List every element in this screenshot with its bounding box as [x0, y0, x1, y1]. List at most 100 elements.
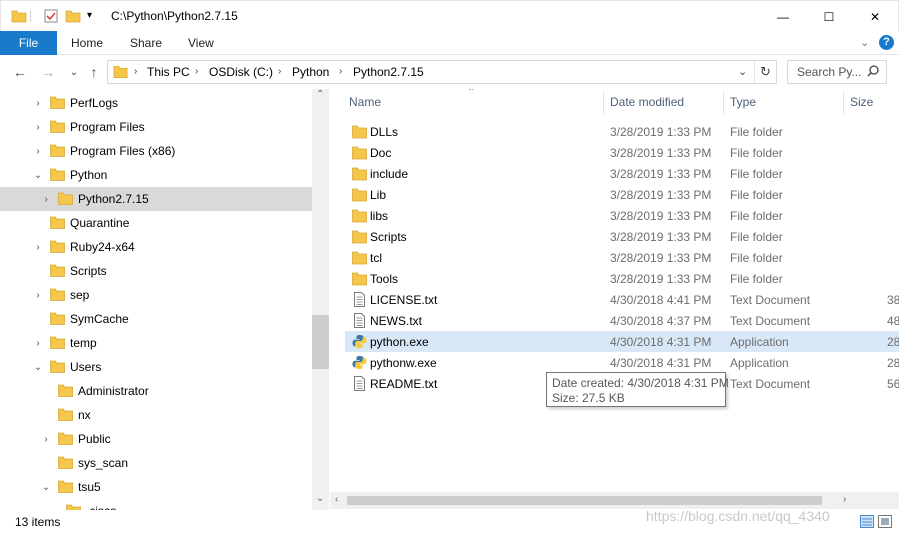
nav-tree-label: Scripts	[70, 264, 107, 278]
tab-share[interactable]: Share	[130, 31, 162, 55]
file-row[interactable]: pythonw.exe 4/30/2018 4:31 PM Application 2…	[345, 352, 899, 373]
chevron-right-icon[interactable]: ›	[40, 193, 52, 205]
file-row[interactable]: include 3/28/2019 1:33 PM File folder	[345, 163, 899, 184]
column-header-date-modified[interactable]: Date modified	[610, 95, 684, 109]
breadcrumb-this-pc[interactable]: This PC	[147, 65, 190, 79]
nav-tree-item[interactable]: › temp	[0, 331, 312, 355]
horizontal-scrollbar-thumb[interactable]	[347, 496, 822, 505]
column-header-name[interactable]: Name	[349, 95, 381, 109]
nav-tree-item[interactable]: sys_scan	[0, 451, 312, 475]
text-file-icon	[352, 376, 367, 391]
minimize-button[interactable]: —	[760, 1, 806, 32]
chevron-right-icon[interactable]: ›	[32, 145, 44, 157]
nav-tree-item[interactable]: SymCache	[0, 307, 312, 331]
file-size: 28	[887, 335, 899, 349]
chevron-right-icon[interactable]: ›	[32, 289, 44, 301]
maximize-button[interactable]: ☐	[806, 1, 852, 32]
tab-file[interactable]: File	[0, 31, 57, 55]
file-row[interactable]: Tools 3/28/2019 1:33 PM File folder	[345, 268, 899, 289]
file-type: File folder	[730, 146, 783, 160]
details-view-icon[interactable]	[860, 515, 874, 531]
large-icons-view-icon[interactable]	[878, 515, 892, 531]
column-divider[interactable]	[843, 91, 844, 115]
folder-icon	[352, 229, 367, 244]
chevron-right-icon[interactable]: ›	[32, 97, 44, 109]
refresh-icon[interactable]: ↻	[754, 61, 776, 83]
close-icon: ✕	[869, 9, 881, 24]
file-row[interactable]: Doc 3/28/2019 1:33 PM File folder	[345, 142, 899, 163]
nav-tree-item[interactable]: › PerfLogs	[0, 91, 312, 115]
file-row[interactable]: LICENSE.txt 4/30/2018 4:41 PM Text Documen…	[345, 289, 899, 310]
recent-locations-button[interactable]: ⌄	[64, 64, 84, 80]
breadcrumb-python[interactable]: Python	[292, 65, 329, 79]
file-row[interactable]: NEWS.txt 4/30/2018 4:37 PM Text Document 48…	[345, 310, 899, 331]
file-size: 38	[887, 293, 899, 307]
file-size: 56	[887, 377, 899, 391]
breadcrumb-osdisk[interactable]: OSDisk (C:)	[209, 65, 273, 79]
close-button[interactable]: ✕	[852, 1, 898, 32]
nav-tree-item[interactable]: ⌄ Python	[0, 163, 312, 187]
nav-tree-item[interactable]: nx	[0, 403, 312, 427]
column-divider[interactable]	[723, 91, 724, 115]
nav-tree-label: sys_scan	[78, 456, 129, 470]
tooltip-date-created: Date created: 4/30/2018 4:31 PM	[552, 376, 729, 390]
nav-tree-item[interactable]: › Program Files (x86)	[0, 139, 312, 163]
chevron-down-icon[interactable]: ⌄	[32, 361, 44, 373]
chevron-right-icon[interactable]: ›	[40, 433, 52, 445]
nav-tree-item[interactable]: .cisco	[0, 499, 312, 510]
nav-scrollbar-thumb[interactable]	[312, 315, 329, 369]
nav-tree-item[interactable]: › sep	[0, 283, 312, 307]
address-dropdown-icon[interactable]: ⌄	[738, 65, 747, 78]
chevron-right-icon[interactable]: ›	[32, 121, 44, 133]
file-list-horizontal-scrollbar[interactable]: ‹ ›	[330, 492, 899, 509]
file-row[interactable]: Scripts 3/28/2019 1:33 PM File folder	[345, 226, 899, 247]
chevron-down-icon[interactable]: ⌄	[32, 169, 44, 181]
navigation-bar: ← → ⌄ ↑ › This PC › OSDisk (C:) › Python…	[0, 55, 899, 89]
back-button[interactable]: ←	[10, 64, 30, 80]
file-size: 28	[887, 356, 899, 370]
column-divider[interactable]	[603, 91, 604, 115]
search-icon[interactable]	[866, 64, 880, 81]
new-folder-icon[interactable]	[65, 8, 81, 24]
search-box[interactable]: Search Py...	[787, 60, 887, 84]
file-row[interactable]: tcl 3/28/2019 1:33 PM File folder	[345, 247, 899, 268]
nav-tree-item[interactable]: ⌄ tsu5	[0, 475, 312, 499]
tab-view[interactable]: View	[188, 31, 214, 55]
nav-tree-item[interactable]: › Ruby24-x64	[0, 235, 312, 259]
breadcrumb-python2715[interactable]: Python2.7.15	[353, 65, 424, 79]
forward-button[interactable]: →	[38, 64, 58, 80]
search-input[interactable]: Search Py...	[797, 65, 861, 79]
file-size: 482	[887, 314, 899, 328]
address-bar[interactable]: › This PC › OSDisk (C:) › Python › Pytho…	[107, 60, 777, 84]
column-header-type[interactable]: Type	[730, 95, 756, 109]
nav-tree-item[interactable]: ⌄ Users	[0, 355, 312, 379]
file-row[interactable]: libs 3/28/2019 1:33 PM File folder	[345, 205, 899, 226]
properties-icon[interactable]	[43, 8, 59, 24]
nav-tree-item[interactable]: Administrator	[0, 379, 312, 403]
scroll-right-icon[interactable]: ›	[843, 494, 846, 505]
file-row[interactable]: DLLs 3/28/2019 1:33 PM File folder	[345, 121, 899, 142]
help-icon[interactable]: ?	[879, 35, 894, 50]
nav-tree-item[interactable]: › Program Files	[0, 115, 312, 139]
scroll-up-icon[interactable]: ⌃	[316, 89, 324, 100]
nav-tree-item[interactable]: Scripts	[0, 259, 312, 283]
nav-tree-item[interactable]: › Public	[0, 427, 312, 451]
scroll-left-icon[interactable]: ‹	[335, 494, 338, 505]
scroll-down-icon[interactable]: ⌄	[316, 493, 324, 504]
file-row[interactable]: python.exe 4/30/2018 4:31 PM Application 28	[345, 331, 899, 352]
folder-icon	[352, 124, 367, 139]
folder-icon	[50, 312, 65, 325]
chevron-right-icon[interactable]: ›	[32, 241, 44, 253]
tab-home[interactable]: Home	[71, 31, 103, 55]
nav-tree-item[interactable]: › Python2.7.15	[0, 187, 312, 211]
customize-toolbar-icon[interactable]: ▾	[87, 10, 92, 26]
column-header-size[interactable]: Size	[850, 95, 873, 109]
up-button[interactable]: ↑	[84, 64, 104, 80]
folder-icon	[352, 208, 367, 223]
nav-tree-item[interactable]: Quarantine	[0, 211, 312, 235]
chevron-right-icon[interactable]: ›	[32, 337, 44, 349]
file-row[interactable]: Lib 3/28/2019 1:33 PM File folder	[345, 184, 899, 205]
expand-ribbon-icon[interactable]: ⌄	[860, 36, 869, 49]
chevron-down-icon[interactable]: ⌄	[40, 481, 52, 493]
nav-scrollbar[interactable]: ⌃ ⌄	[312, 89, 329, 510]
